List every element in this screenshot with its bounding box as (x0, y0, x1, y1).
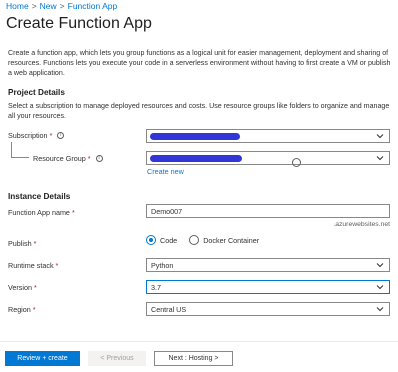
review-create-button[interactable]: Review + create (5, 351, 80, 366)
runtime-stack-label-text: Runtime stack (8, 261, 54, 270)
mouse-cursor (292, 158, 301, 167)
chevron-down-icon (376, 305, 384, 313)
previous-button[interactable]: < Previous (88, 351, 146, 366)
footer-divider (0, 341, 398, 342)
runtime-stack-value: Python (151, 260, 174, 270)
chevron-down-icon (376, 154, 384, 162)
required-marker: * (32, 305, 36, 314)
breadcrumb-function-app[interactable]: Function App (68, 1, 118, 11)
resource-group-label-text: Resource Group (33, 154, 86, 163)
subscription-label: Subscription * i (8, 131, 65, 140)
publish-option-docker-label: Docker Container (203, 235, 260, 245)
create-new-link[interactable]: Create new (147, 167, 184, 176)
domain-suffix: .azurewebsites.net (333, 221, 390, 228)
radio-unchecked-icon (189, 235, 200, 245)
instance-details-title: Instance Details (8, 192, 71, 201)
required-marker: * (49, 131, 53, 140)
required-marker: * (33, 283, 37, 292)
publish-label: Publish * (8, 239, 36, 248)
required-marker: * (71, 208, 75, 217)
version-label-text: Version (8, 283, 32, 292)
version-label: Version * (8, 283, 37, 292)
project-details-description: Select a subscription to manage deployed… (8, 102, 390, 120)
region-label: Region * (8, 305, 36, 314)
resource-group-dropdown[interactable] (146, 151, 390, 165)
page-title: Create Function App (6, 15, 152, 32)
region-value: Central US (151, 304, 187, 314)
breadcrumb-home[interactable]: Home (6, 1, 29, 11)
version-dropdown[interactable]: 3.7 (146, 280, 390, 294)
publish-radio-group: Code Docker Container (146, 235, 271, 245)
subscription-label-text: Subscription (8, 131, 48, 140)
breadcrumb-separator: > (31, 1, 37, 11)
redacted-subscription-value (150, 133, 240, 140)
breadcrumb-separator: > (59, 1, 65, 11)
publish-label-text: Publish (8, 239, 32, 248)
function-app-name-value: Demo007 (151, 206, 183, 216)
chevron-down-icon (376, 283, 384, 291)
required-marker: * (33, 239, 37, 248)
next-hosting-button[interactable]: Next : Hosting > (154, 351, 233, 366)
tree-connector (11, 142, 29, 158)
required-marker: * (55, 261, 59, 270)
resource-group-label: Resource Group * i (33, 154, 103, 163)
runtime-stack-dropdown[interactable]: Python (146, 258, 390, 272)
project-details-title: Project Details (8, 88, 65, 97)
info-icon[interactable]: i (57, 132, 65, 139)
info-icon[interactable]: i (95, 155, 103, 162)
region-dropdown[interactable]: Central US (146, 302, 390, 316)
function-app-name-label-text: Function App name (8, 208, 70, 217)
function-app-name-input[interactable]: Demo007 (146, 204, 390, 218)
subscription-dropdown[interactable] (146, 129, 390, 143)
required-marker: * (87, 154, 91, 163)
chevron-down-icon (376, 261, 384, 269)
chevron-down-icon (376, 132, 384, 140)
publish-option-code-label: Code (160, 235, 178, 245)
breadcrumb: Home > New > Function App (6, 1, 117, 11)
breadcrumb-new[interactable]: New (40, 1, 57, 11)
publish-option-code[interactable]: Code (146, 235, 177, 245)
version-value: 3.7 (151, 282, 161, 292)
runtime-stack-label: Runtime stack * (8, 261, 58, 270)
function-app-name-label: Function App name * (8, 208, 75, 217)
redacted-resource-group-value (150, 155, 242, 162)
region-label-text: Region (8, 305, 31, 314)
publish-option-docker[interactable]: Docker Container (189, 235, 259, 245)
radio-checked-icon (146, 235, 156, 245)
intro-text: Create a function app, which lets you gr… (8, 49, 391, 77)
